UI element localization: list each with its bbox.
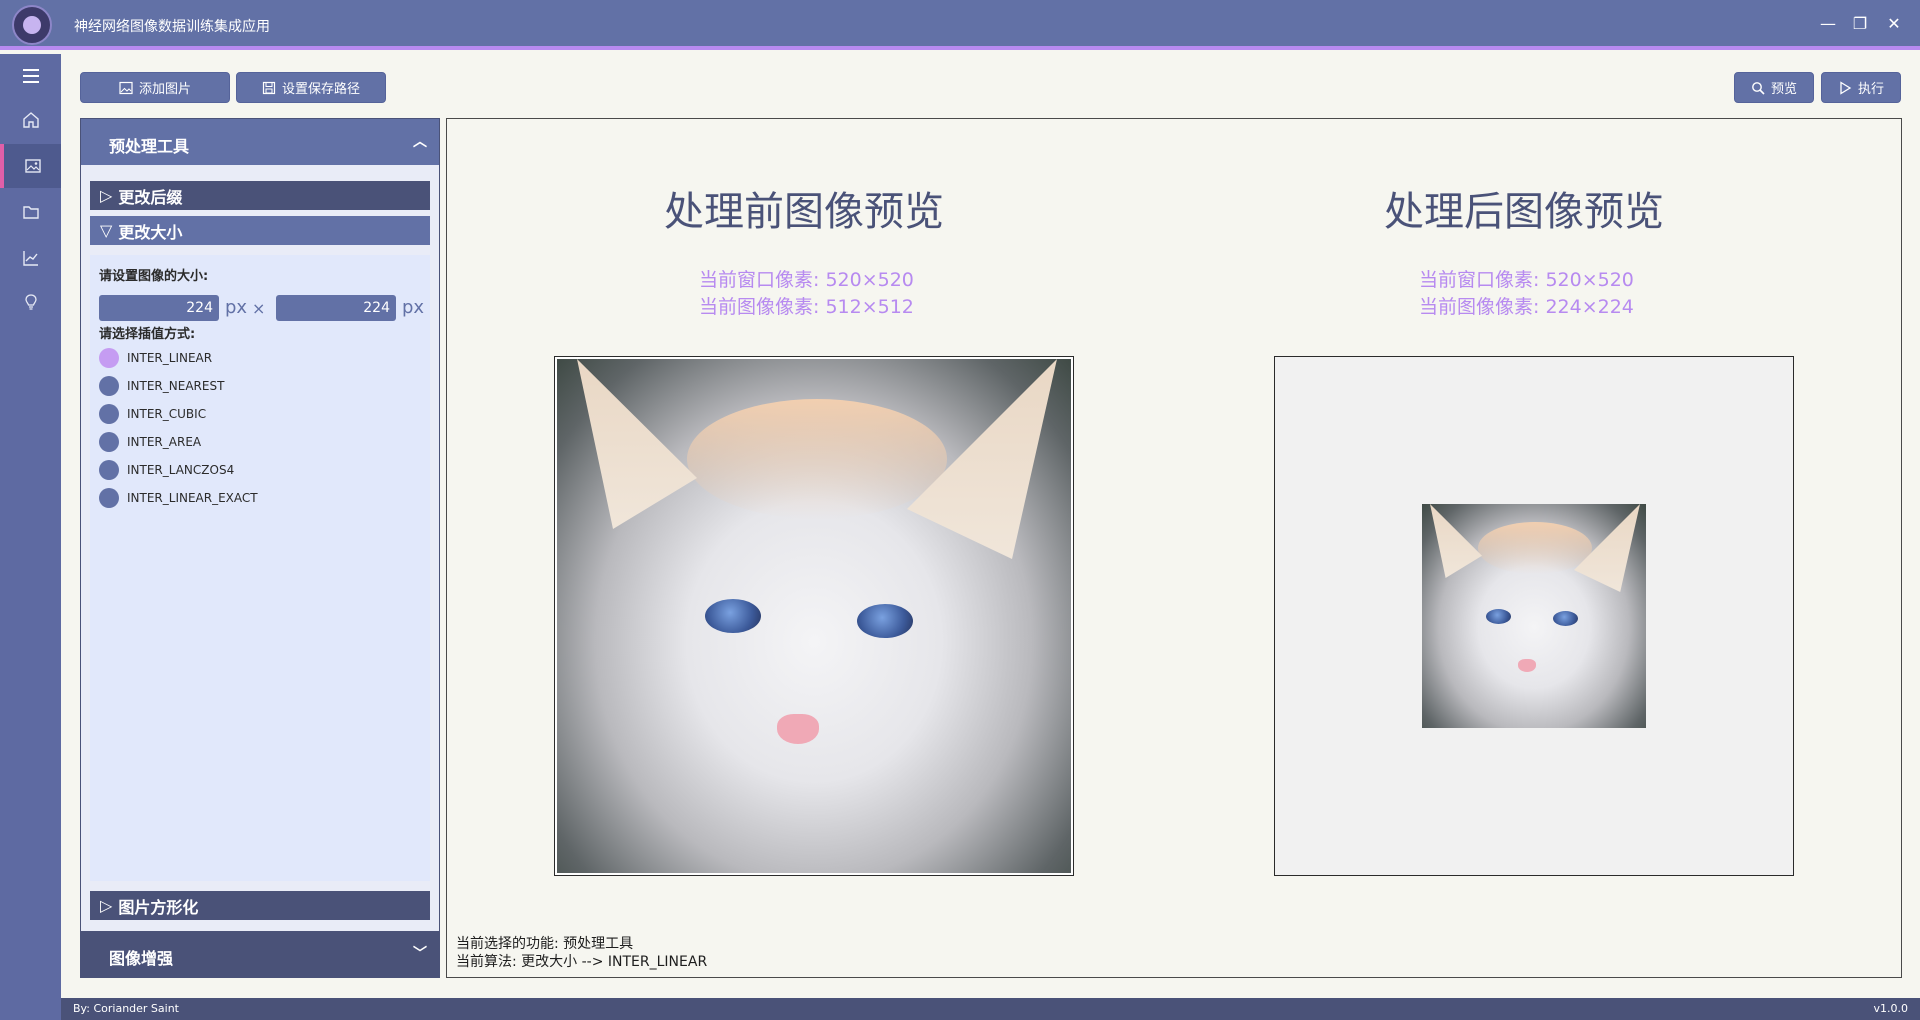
cat-eye-right	[857, 604, 913, 638]
before-image-px: 当前图像像素: 512×512	[699, 296, 914, 318]
menu-icon	[22, 69, 39, 83]
add-image-button[interactable]: 添加图片	[80, 72, 230, 103]
section-square-label: 图片方形化	[118, 897, 199, 917]
nav-chart[interactable]	[0, 236, 61, 280]
radio-inter-lanczos4[interactable]: INTER_LANCZOS4	[99, 458, 234, 482]
radio-inter-cubic[interactable]: INTER_CUBIC	[99, 402, 206, 426]
nav-home[interactable]	[0, 98, 61, 142]
interp-label: 请选择插值方式:	[99, 327, 196, 342]
cat-image-resized	[1422, 504, 1646, 728]
author-label: By: Coriander Saint	[73, 1002, 179, 1015]
chevron-up-icon: ︿	[413, 134, 427, 150]
radio-icon	[99, 460, 119, 480]
nav-image[interactable]	[0, 144, 61, 188]
section-square[interactable]: ▷ 图片方形化	[90, 891, 430, 920]
after-image-px: 当前图像像素: 224×224	[1419, 296, 1634, 318]
menu-button[interactable]	[0, 54, 61, 98]
width-input[interactable]: 224	[99, 295, 219, 321]
minimize-icon[interactable]: —	[1816, 12, 1840, 36]
nav-bulb[interactable]	[0, 280, 61, 324]
play-icon	[1840, 80, 1852, 95]
chart-icon	[22, 251, 38, 266]
height-unit: px	[402, 297, 425, 318]
app-logo	[12, 5, 52, 45]
width-unit: px	[225, 297, 248, 318]
add-image-label: 添加图片	[138, 82, 191, 97]
cat-eye-left	[705, 599, 761, 633]
preview-area: 处理前图像预览 当前窗口像素: 520×520 当前图像像素: 512×512 …	[446, 118, 1902, 978]
panel-header[interactable]: 预处理工具 ︿	[81, 119, 439, 165]
restore-icon[interactable]: ❐	[1848, 12, 1872, 36]
after-preview-title: 处理后图像预览	[1384, 189, 1664, 235]
nav-rail	[0, 54, 61, 1020]
triangle-right-icon: ▷	[100, 896, 113, 915]
cat-eye-left	[1486, 609, 1511, 624]
image-icon	[119, 81, 133, 94]
radio-inter-linear-exact[interactable]: INTER_LINEAR_EXACT	[99, 486, 258, 510]
cat-nose	[777, 714, 819, 744]
radio-icon	[99, 404, 119, 424]
size-label: 请设置图像的大小:	[99, 269, 209, 284]
image-icon	[24, 159, 41, 173]
search-icon	[1752, 81, 1765, 95]
before-preview-title: 处理前图像预览	[664, 189, 944, 235]
radio-icon	[99, 488, 119, 508]
window-title: 神经网络图像数据训练集成应用	[74, 19, 270, 35]
execute-button[interactable]: 执行	[1821, 72, 1901, 103]
before-window-px: 当前窗口像素: 520×520	[699, 269, 914, 291]
bulb-icon	[24, 294, 37, 310]
set-save-path-label: 设置保存路径	[281, 82, 360, 97]
after-window-px: 当前窗口像素: 520×520	[1419, 269, 1634, 291]
image-enhance-header[interactable]: 图像增强 ﹀	[81, 931, 439, 977]
times-sign: ×	[252, 299, 266, 318]
nav-folder[interactable]	[0, 190, 61, 234]
chevron-down-icon: ﹀	[413, 946, 427, 962]
radio-selected-icon	[99, 348, 119, 368]
cat-nose	[1518, 659, 1536, 672]
preview-label: 预览	[1770, 82, 1797, 97]
triangle-down-icon: ▽	[100, 221, 113, 240]
panel-body: ▷ 更改后缀 ▽ 更改大小 请设置图像的大小: 224 px × 224 px …	[81, 165, 439, 931]
status-bar: By: Coriander Saint v1.0.0	[61, 998, 1920, 1020]
title-bar: 神经网络图像数据训练集成应用 — ❐ ✕	[0, 0, 1920, 50]
image-enhance-title: 图像增强	[109, 949, 174, 968]
radio-icon	[99, 432, 119, 452]
triangle-right-icon: ▷	[100, 186, 113, 205]
set-save-path-button[interactable]: 设置保存路径	[236, 72, 386, 103]
version-label: v1.0.0	[1873, 1002, 1909, 1015]
cat-image-original	[557, 359, 1071, 873]
status-algorithm: 当前算法: 更改大小 --> INTER_LINEAR	[456, 954, 708, 970]
height-input[interactable]: 224	[276, 295, 396, 321]
after-image-frame	[1274, 356, 1794, 876]
section-change-suffix-label: 更改后缀	[118, 187, 183, 207]
preview-button[interactable]: 预览	[1734, 72, 1814, 103]
execute-label: 执行	[1857, 82, 1884, 97]
home-icon	[22, 112, 39, 128]
panel-title: 预处理工具	[109, 137, 190, 156]
before-image-frame	[554, 356, 1074, 876]
section-resize-label: 更改大小	[118, 222, 183, 242]
section-change-suffix[interactable]: ▷ 更改后缀	[90, 181, 430, 210]
status-function: 当前选择的功能: 预处理工具	[456, 936, 634, 952]
resize-content: 请设置图像的大小: 224 px × 224 px 请选择插值方式: INTER…	[90, 255, 430, 881]
section-resize[interactable]: ▽ 更改大小	[90, 216, 430, 245]
radio-inter-linear[interactable]: INTER_LINEAR	[99, 346, 212, 370]
preprocess-panel: 预处理工具 ︿ ▷ 更改后缀 ▽ 更改大小 请设置图像的大小: 224 px ×…	[80, 118, 440, 978]
save-icon	[262, 81, 276, 94]
radio-inter-area[interactable]: INTER_AREA	[99, 430, 201, 454]
close-icon[interactable]: ✕	[1882, 12, 1906, 36]
folder-icon	[22, 206, 39, 219]
cat-eye-right	[1553, 611, 1578, 626]
radio-icon	[99, 376, 119, 396]
radio-inter-nearest[interactable]: INTER_NEAREST	[99, 374, 224, 398]
